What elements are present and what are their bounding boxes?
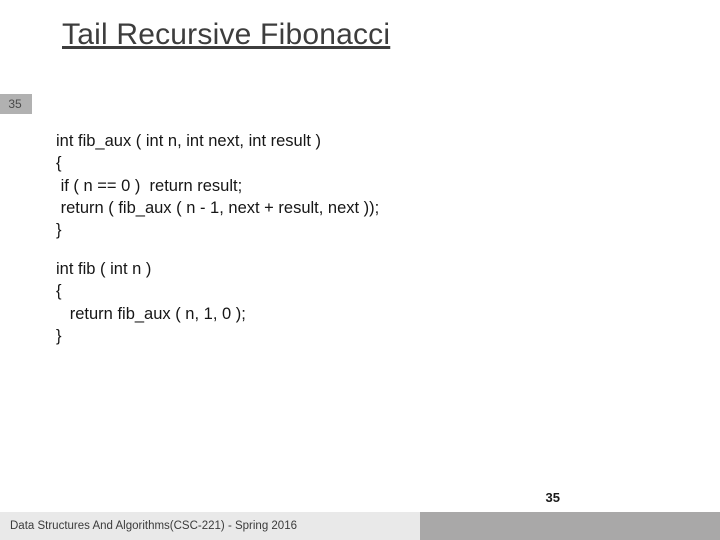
code-block-fib: int fib ( int n ) { return fib_aux ( n, … (56, 258, 246, 347)
footer-text: Data Structures And Algorithms(CSC-221) … (0, 512, 420, 540)
code-block-fib-aux: int fib_aux ( int n, int next, int resul… (56, 130, 379, 241)
page-badge: 35 (0, 94, 32, 114)
slide: Tail Recursive Fibonacci 35 int fib_aux … (0, 0, 720, 540)
footer-accent (420, 512, 720, 540)
slide-title: Tail Recursive Fibonacci (62, 18, 390, 52)
footer-page-number: 35 (546, 490, 560, 505)
footer-bar: Data Structures And Algorithms(CSC-221) … (0, 512, 720, 540)
